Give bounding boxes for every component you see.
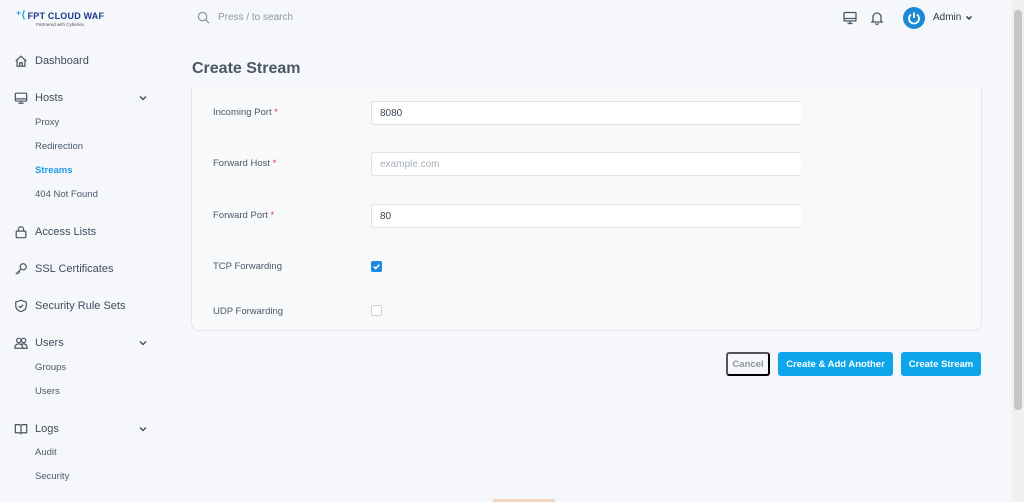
monitor-icon — [14, 92, 28, 104]
create-add-another-button[interactable]: Create & Add Another — [778, 352, 893, 376]
brand-name: FPT CLOUD WAF — [27, 10, 105, 21]
sidebar-item-security-rules[interactable]: Security Rule Sets — [14, 298, 125, 314]
users-icon — [14, 337, 28, 349]
sidebar-item-label: SSL Certificates — [35, 263, 114, 275]
search-icon — [197, 11, 210, 24]
search-bar[interactable]: Press / to search — [197, 11, 293, 24]
sidebar-item-audit[interactable]: Audit — [35, 447, 57, 458]
sidebar-item-users-list[interactable]: Users — [35, 386, 60, 397]
lock-icon — [15, 226, 27, 239]
sidebar-item-redirection[interactable]: Redirection — [35, 141, 83, 152]
sidebar-item-label: Logs — [35, 423, 59, 435]
brand-mark-icon: ⁺⟨ — [16, 10, 26, 21]
book-icon — [14, 424, 28, 435]
search-placeholder: Press / to search — [218, 12, 294, 23]
chevron-down-icon[interactable] — [138, 93, 148, 103]
scrollbar-thumb[interactable] — [1014, 10, 1022, 410]
sidebar-item-hosts[interactable]: Hosts — [14, 90, 63, 106]
chevron-down-icon[interactable] — [965, 14, 973, 22]
forward-host-label: Forward Host * — [213, 158, 277, 169]
udp-forwarding-checkbox[interactable] — [371, 305, 382, 316]
sidebar-item-404[interactable]: 404 Not Found — [35, 189, 98, 200]
tcp-forwarding-label: TCP Forwarding — [213, 261, 282, 272]
udp-forwarding-label: UDP Forwarding — [213, 306, 284, 317]
incoming-port-input[interactable] — [371, 101, 801, 125]
page-title: Create Stream — [192, 60, 301, 77]
power-icon — [908, 12, 920, 25]
sidebar-item-label: Hosts — [35, 92, 64, 104]
create-stream-button[interactable]: Create Stream — [901, 352, 981, 376]
forward-host-input[interactable] — [371, 152, 801, 176]
sidebar-item-dashboard[interactable]: Dashboard — [14, 53, 89, 69]
brand-logo[interactable]: ⁺⟨ FPT CLOUD WAF Partnered with Cyberlex — [16, 10, 104, 27]
check-icon — [373, 264, 380, 270]
scrollbar[interactable] — [1012, 0, 1024, 502]
sidebar: ⁺⟨ FPT CLOUD WAF Partnered with Cyberlex … — [0, 0, 160, 502]
cancel-button[interactable]: Cancel — [726, 352, 770, 376]
sidebar-item-label: Access Lists — [35, 226, 97, 238]
required-marker: * — [270, 210, 275, 221]
required-marker: * — [274, 107, 278, 118]
sidebar-item-label: Dashboard — [35, 55, 89, 67]
sidebar-item-proxy[interactable]: Proxy — [35, 117, 59, 128]
sidebar-item-access-lists[interactable]: Access Lists — [14, 224, 96, 240]
bell-icon[interactable] — [870, 11, 884, 25]
sidebar-item-label: Security Rule Sets — [35, 300, 126, 312]
sidebar-item-security[interactable]: Security — [35, 471, 69, 482]
avatar[interactable] — [903, 7, 925, 29]
sidebar-item-users[interactable]: Users — [14, 335, 64, 351]
shield-icon — [15, 299, 27, 313]
monitor-icon[interactable] — [843, 11, 857, 25]
sidebar-item-ssl[interactable]: SSL Certificates — [14, 261, 113, 277]
home-icon — [15, 55, 27, 67]
user-name[interactable]: Admin — [933, 12, 961, 23]
tcp-forwarding-checkbox[interactable] — [371, 261, 382, 272]
required-marker: * — [272, 158, 277, 169]
forward-port-input[interactable] — [371, 204, 801, 228]
sidebar-item-groups[interactable]: Groups — [35, 362, 66, 373]
chevron-down-icon[interactable] — [138, 338, 148, 348]
incoming-port-label: Incoming Port * — [213, 107, 278, 118]
chevron-down-icon[interactable] — [138, 424, 148, 434]
sidebar-item-logs[interactable]: Logs — [14, 421, 59, 437]
brand-tagline: Partnered with Cyberlex — [36, 22, 85, 27]
sidebar-item-streams[interactable]: Streams — [35, 165, 73, 176]
sidebar-item-label: Users — [35, 337, 64, 349]
forward-port-label: Forward Port * — [213, 210, 275, 221]
key-icon — [15, 263, 27, 275]
